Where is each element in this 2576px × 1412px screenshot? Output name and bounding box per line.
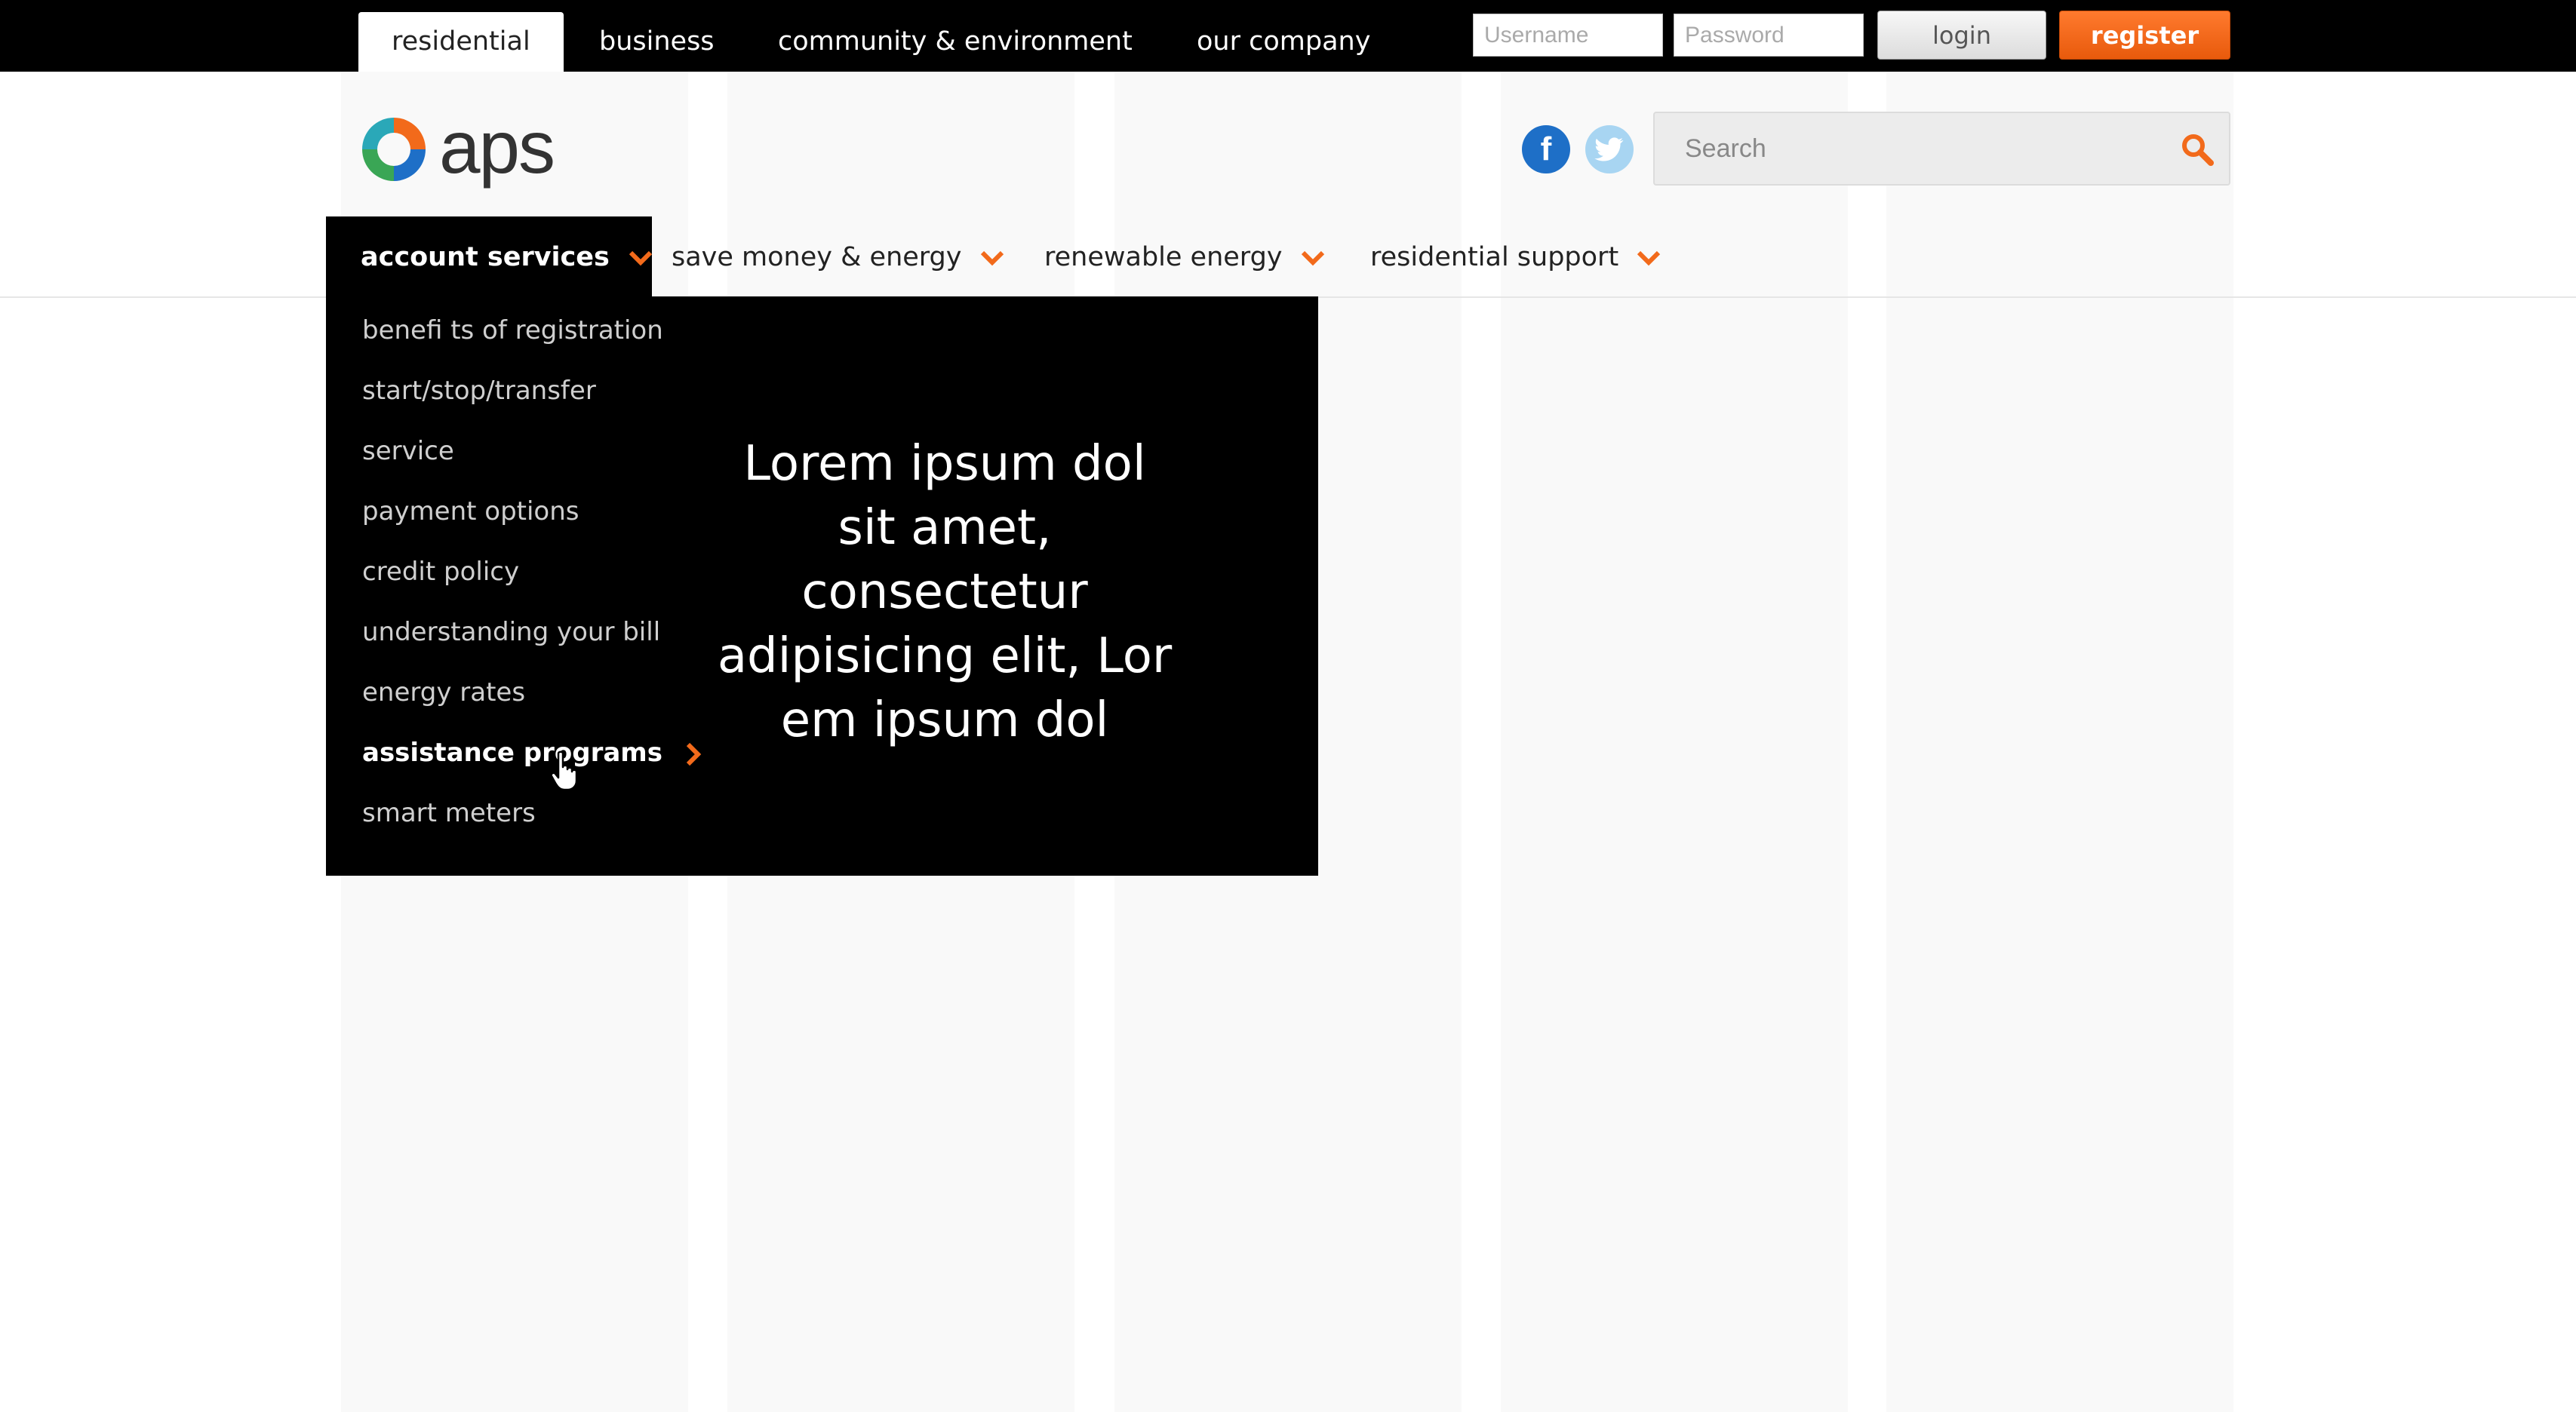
nav-label: residential support [1370,242,1619,272]
aps-logo[interactable]: aps [356,110,567,189]
dropdown-item-payment-options[interactable]: payment options [362,493,579,530]
promo-line: sit amet, consectetur [801,500,1088,620]
dropdown-item-energy-rates[interactable]: energy rates [362,674,525,711]
account-services-dropdown: benefi ts of registration start/stop/tra… [326,296,1318,876]
logo-text: aps [439,106,555,189]
nav-label: account services [361,242,610,272]
dropdown-item-benefits-of-registration[interactable]: benefi ts of registration [362,312,663,349]
nav-label: save money & energy [672,242,962,272]
dropdown-item-understanding-your-bill[interactable]: understanding your bill [362,613,660,651]
tab-community-environment[interactable]: community & environment [745,12,1166,72]
nav-save-money-energy[interactable]: save money & energy [672,216,1005,298]
dropdown-item-credit-policy[interactable]: credit policy [362,553,519,591]
nav-account-services[interactable]: account services [326,216,653,298]
password-input[interactable] [1674,14,1864,57]
facebook-icon[interactable]: f [1522,125,1570,173]
tab-residential[interactable]: residential [358,12,564,72]
top-bar: residential business community & environ… [0,0,2576,72]
promo-line: adipisicing elit, Lor [717,628,1173,684]
grid-column [1886,72,2233,1412]
chevron-down-icon [1301,250,1324,266]
nav-residential-support[interactable]: residential support [1370,216,1661,298]
tab-business[interactable]: business [566,12,748,72]
search-input[interactable] [1655,113,2198,184]
dropdown-promo-text: Lorem ipsum dol sit amet, consectetur ad… [688,432,1201,753]
login-button[interactable]: login [1877,11,2046,60]
search-icon[interactable] [2179,131,2215,167]
twitter-icon[interactable] [1585,125,1634,173]
nav-label: renewable energy [1044,242,1283,272]
hand-cursor-icon [551,751,578,791]
dropdown-item-smart-meters[interactable]: smart meters [362,794,536,832]
username-input[interactable] [1473,14,1663,57]
search-box [1653,112,2230,186]
dropdown-item-start-stop-transfer[interactable]: start/stop/transfer [362,372,596,410]
promo-line: em ipsum dol [780,692,1109,748]
dropdown-item-service[interactable]: service [362,432,454,470]
tab-our-company[interactable]: our company [1164,12,1403,72]
chevron-down-icon [629,250,653,266]
logo-mark-icon [362,118,426,181]
nav-renewable-energy[interactable]: renewable energy [1044,216,1326,298]
chevron-down-icon [980,250,1004,266]
dropdown-item-label: assistance programs [362,738,662,768]
dropdown-item-assistance-programs[interactable]: assistance programs [362,734,702,772]
register-button[interactable]: register [2059,11,2230,60]
chevron-down-icon [1637,250,1661,266]
promo-line: Lorem ipsum dol [743,436,1146,492]
